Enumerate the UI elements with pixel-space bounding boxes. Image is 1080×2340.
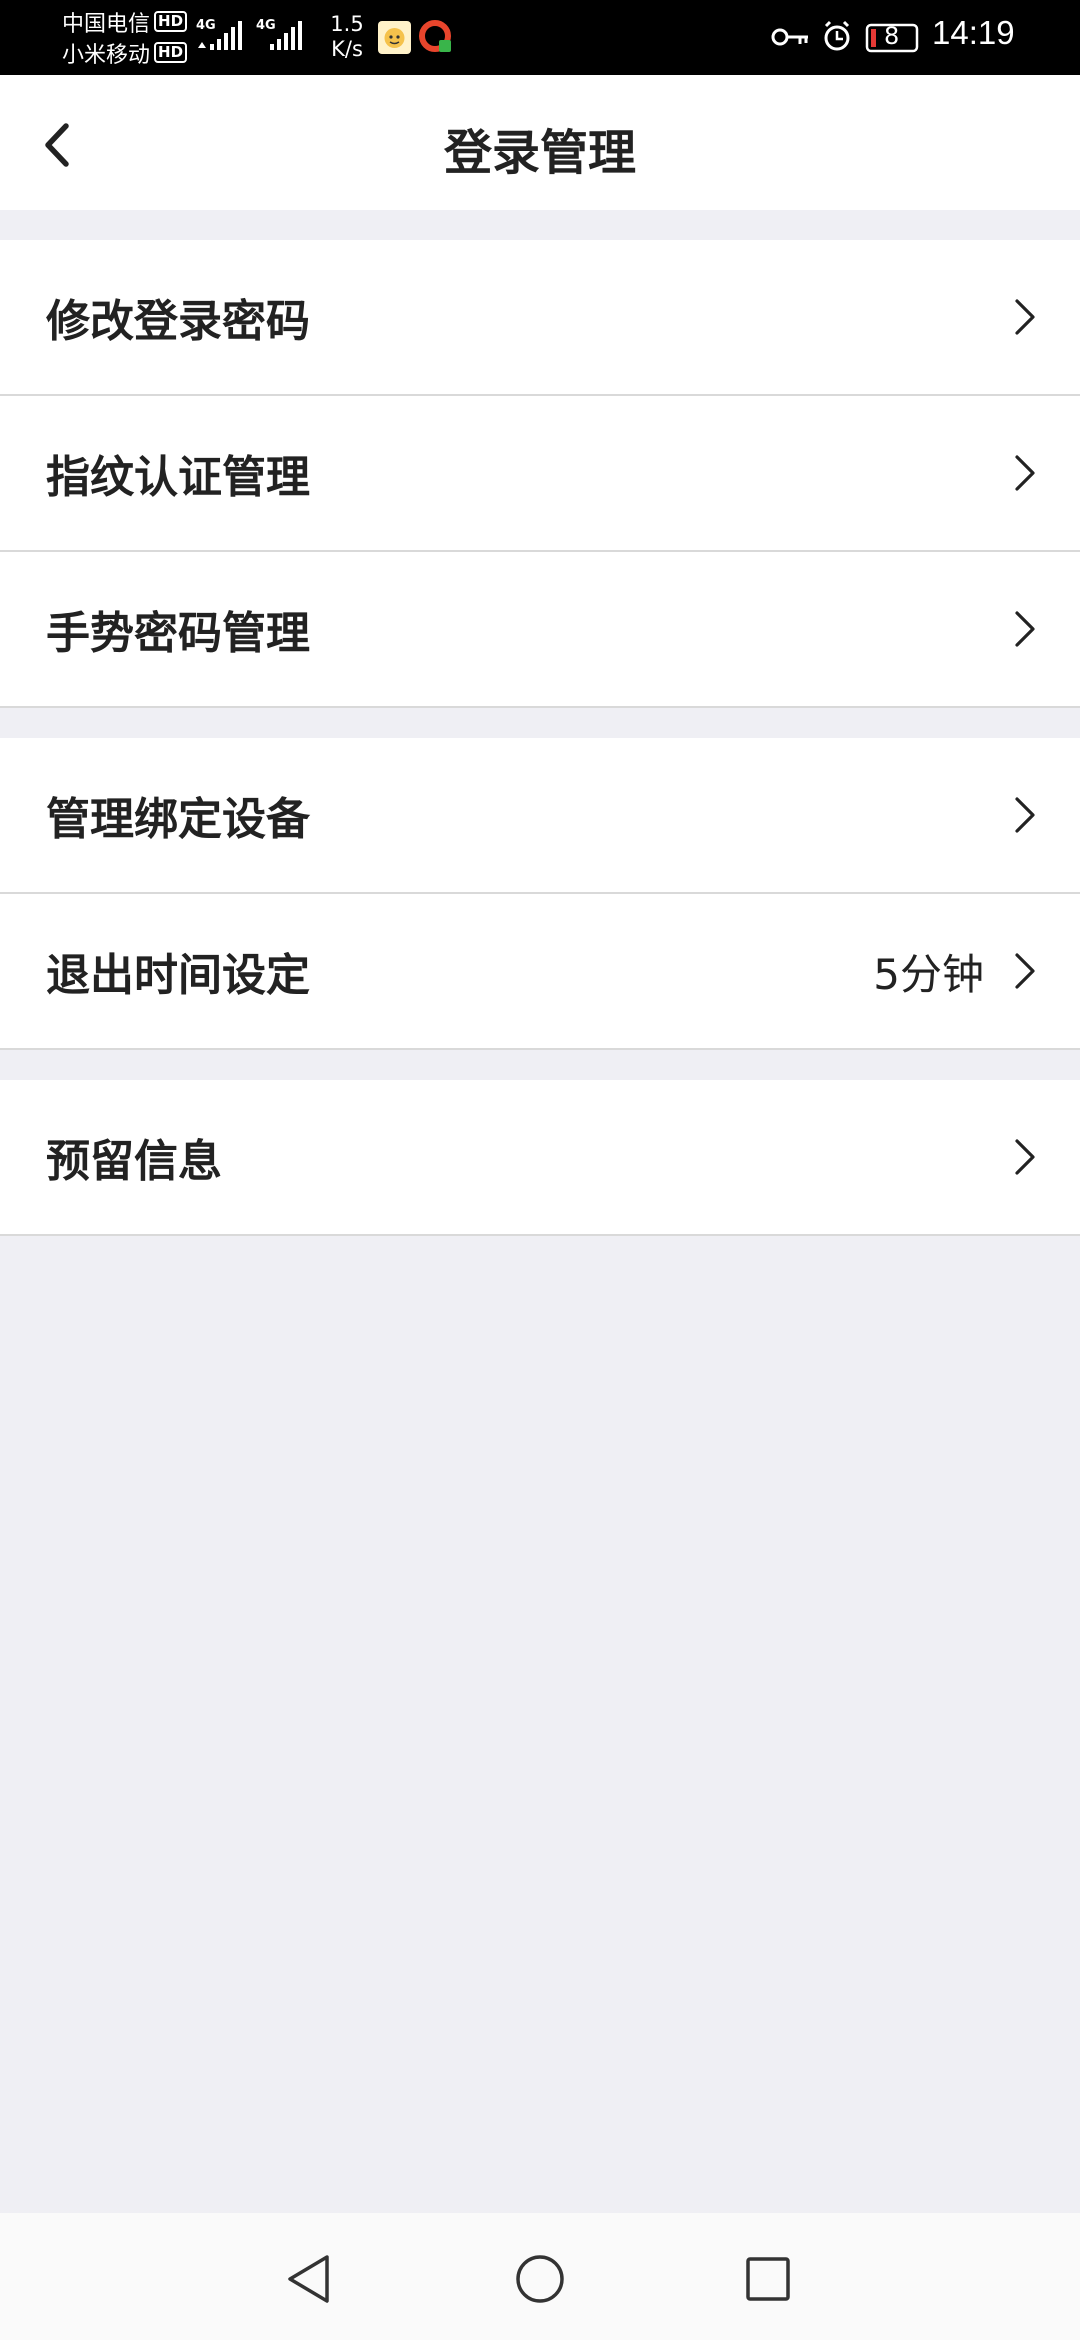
network-speed: 1.5 K/s: [322, 12, 372, 62]
network-speed-unit: K/s: [331, 37, 363, 61]
network-type-1: 4G: [196, 18, 216, 33]
menu-item-label: 预留信息: [46, 1136, 222, 1187]
alarm-icon: [824, 20, 850, 51]
menu-item-label: 修改登录密码: [46, 296, 310, 347]
network-speed-value: 1.5: [330, 12, 364, 36]
settings-group-2: 管理绑定设备 退出时间设定 5分钟: [0, 738, 1080, 1050]
signal-icon: 4G: [196, 18, 246, 58]
carrier-name-2: 小米移动: [62, 42, 151, 68]
menu-item-reserved-info[interactable]: 预留信息: [0, 1080, 1080, 1236]
clock: 14:19: [932, 14, 1015, 51]
vpn-key-icon: [771, 28, 808, 46]
menu-item-label: 指纹认证管理: [46, 452, 310, 503]
carrier-name-1: 中国电信: [62, 11, 151, 37]
nav-back-icon[interactable]: [280, 2249, 340, 2309]
carrier-info: 中国电信 HD 小米移动 HD: [62, 6, 212, 68]
chevron-right-icon: [1015, 1139, 1035, 1175]
notification-app-icon: [378, 21, 411, 54]
menu-item-label: 退出时间设定: [46, 950, 310, 1001]
notification-app-icon-2: [419, 20, 453, 54]
nav-home-icon[interactable]: [510, 2249, 570, 2309]
system-icons: 8: [770, 18, 920, 62]
logout-timeout-value: 5分钟: [873, 949, 984, 999]
menu-item-label: 手势密码管理: [46, 608, 310, 659]
chevron-right-icon: [1015, 455, 1035, 491]
settings-group-3: 预留信息: [0, 1080, 1080, 1236]
menu-item-label: 管理绑定设备: [46, 794, 310, 845]
menu-item-fingerprint-auth[interactable]: 指纹认证管理: [0, 396, 1080, 552]
settings-group-1: 修改登录密码 指纹认证管理 手势密码管理: [0, 240, 1080, 708]
page-title: 登录管理: [443, 125, 636, 181]
menu-item-logout-timeout[interactable]: 退出时间设定 5分钟: [0, 894, 1080, 1050]
signal-icon-2: 4G: [256, 18, 306, 58]
menu-item-change-login-password[interactable]: 修改登录密码: [0, 240, 1080, 396]
status-bar: 中国电信 HD 小米移动 HD 4G 4G 1.5 K/s 8 14:19: [0, 0, 1080, 75]
battery-level: 8: [884, 22, 900, 50]
hd-badge-1: HD: [154, 11, 188, 32]
menu-item-gesture-password[interactable]: 手势密码管理: [0, 552, 1080, 708]
system-navigation-bar: [0, 2213, 1080, 2340]
navigation-header: 登录管理: [0, 75, 1080, 210]
chevron-right-icon: [1015, 797, 1035, 833]
network-type-2: 4G: [256, 18, 276, 33]
chevron-right-icon: [1015, 953, 1035, 989]
chevron-right-icon: [1015, 611, 1035, 647]
nav-recents-icon[interactable]: [738, 2249, 798, 2309]
hd-badge-2: HD: [154, 42, 188, 63]
chevron-right-icon: [1015, 299, 1035, 335]
menu-item-bound-devices[interactable]: 管理绑定设备: [0, 738, 1080, 894]
